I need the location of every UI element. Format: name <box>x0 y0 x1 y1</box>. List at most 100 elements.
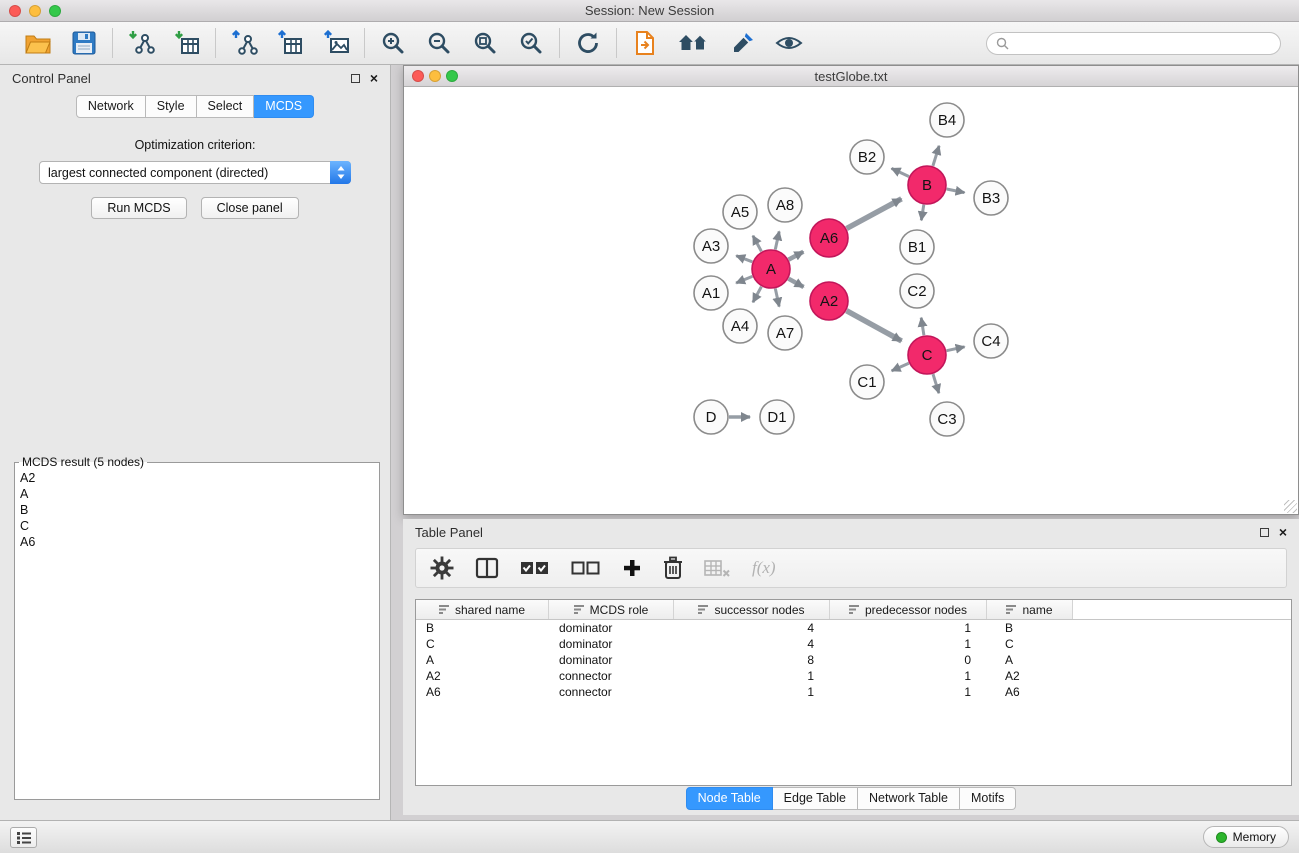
node-D[interactable]: D <box>694 400 728 434</box>
edge-A-A7[interactable] <box>775 289 779 307</box>
show-hide-eye-icon[interactable] <box>774 28 804 58</box>
search-box[interactable] <box>986 32 1281 55</box>
edge-A2-C[interactable] <box>847 311 902 341</box>
tab-node-table[interactable]: Node Table <box>686 787 773 810</box>
table-row[interactable]: A6connector11A6 <box>416 684 1291 700</box>
delete-column-trash-icon[interactable] <box>663 556 683 580</box>
tab-network[interactable]: Network <box>76 95 146 118</box>
node-A1[interactable]: A1 <box>694 276 728 310</box>
open-folder-icon[interactable] <box>23 28 53 58</box>
result-item[interactable]: A6 <box>20 534 374 550</box>
network-window-titlebar[interactable]: testGlobe.txt <box>404 66 1298 87</box>
close-window-button[interactable] <box>9 5 21 17</box>
memory-button[interactable]: Memory <box>1203 826 1289 848</box>
node-A6[interactable]: A6 <box>810 219 848 257</box>
edge-C-C3[interactable] <box>933 374 939 393</box>
result-item[interactable]: B <box>20 502 374 518</box>
table-row[interactable]: Adominator80A <box>416 652 1291 668</box>
minimize-window-button[interactable] <box>29 5 41 17</box>
tab-edge-table[interactable]: Edge Table <box>773 787 858 810</box>
close-table-panel-icon[interactable]: × <box>1279 526 1287 538</box>
node-B2[interactable]: B2 <box>850 140 884 174</box>
style-apply-icon[interactable] <box>728 28 758 58</box>
optimization-dropdown[interactable]: largest connected component (directed) <box>39 161 351 184</box>
edge-A-A3[interactable] <box>736 256 752 262</box>
table-row[interactable]: Bdominator41B <box>416 620 1291 636</box>
select-all-icon[interactable] <box>520 558 550 578</box>
edge-B-B2[interactable] <box>892 168 909 176</box>
network-canvas[interactable]: B4B2BB3A8A5A6A3B1AC2A1A2A4A7C4CC1DD1C3 <box>404 87 1298 514</box>
edge-A6-B[interactable] <box>847 199 902 229</box>
node-B1[interactable]: B1 <box>900 230 934 264</box>
node-A4[interactable]: A4 <box>723 309 757 343</box>
edge-B-B3[interactable] <box>947 189 965 193</box>
column-header-successor-nodes[interactable]: successor nodes <box>674 600 830 619</box>
node-B4[interactable]: B4 <box>930 103 964 137</box>
edge-A-A1[interactable] <box>736 276 752 283</box>
network-minimize-button[interactable] <box>429 70 441 82</box>
node-C4[interactable]: C4 <box>974 324 1008 358</box>
import-network-icon[interactable] <box>126 28 156 58</box>
node-D1[interactable]: D1 <box>760 400 794 434</box>
edge-C-C1[interactable] <box>892 363 909 371</box>
window-titlebar[interactable]: Session: New Session <box>0 0 1299 22</box>
node-C1[interactable]: C1 <box>850 365 884 399</box>
node-A7[interactable]: A7 <box>768 316 802 350</box>
node-B3[interactable]: B3 <box>974 181 1008 215</box>
edge-B-B1[interactable] <box>921 205 924 221</box>
refresh-icon[interactable] <box>573 28 603 58</box>
zoom-in-icon[interactable] <box>378 28 408 58</box>
result-item[interactable]: A2 <box>20 470 374 486</box>
edge-A-A5[interactable] <box>753 236 762 252</box>
zoom-fit-icon[interactable] <box>470 28 500 58</box>
home-icon[interactable] <box>676 28 712 58</box>
node-A3[interactable]: A3 <box>694 229 728 263</box>
tab-motifs[interactable]: Motifs <box>960 787 1016 810</box>
show-columns-icon[interactable] <box>475 557 499 579</box>
add-column-icon[interactable] <box>622 558 642 578</box>
table-row[interactable]: Cdominator41C <box>416 636 1291 652</box>
edge-C-C4[interactable] <box>947 347 965 351</box>
search-input[interactable] <box>1014 36 1271 50</box>
import-table-icon[interactable] <box>172 28 202 58</box>
tab-style[interactable]: Style <box>146 95 197 118</box>
tab-mcds[interactable]: MCDS <box>254 95 314 118</box>
column-header-predecessor-nodes[interactable]: predecessor nodes <box>830 600 987 619</box>
node-C[interactable]: C <box>908 336 946 374</box>
close-panel-button[interactable]: Close panel <box>201 197 299 219</box>
panels-menu-button[interactable] <box>10 827 37 848</box>
float-panel-icon[interactable] <box>351 74 360 83</box>
export-image-icon[interactable] <box>321 28 351 58</box>
edge-C-C2[interactable] <box>921 318 924 336</box>
edge-A-A4[interactable] <box>753 287 762 303</box>
export-table-icon[interactable] <box>275 28 305 58</box>
table-row[interactable]: A2connector11A2 <box>416 668 1291 684</box>
export-network-icon[interactable] <box>229 28 259 58</box>
result-item[interactable]: A <box>20 486 374 502</box>
network-maximize-button[interactable] <box>446 70 458 82</box>
resize-grip[interactable] <box>1284 500 1297 513</box>
node-A5[interactable]: A5 <box>723 195 757 229</box>
zoom-out-icon[interactable] <box>424 28 454 58</box>
save-icon[interactable] <box>69 28 99 58</box>
run-mcds-button[interactable]: Run MCDS <box>91 197 186 219</box>
deselect-all-icon[interactable] <box>571 558 601 578</box>
node-C2[interactable]: C2 <box>900 274 934 308</box>
column-header-shared-name[interactable]: shared name <box>416 600 549 619</box>
dropdown-stepper-icon[interactable] <box>330 161 351 184</box>
edge-A-A2[interactable] <box>789 279 804 287</box>
maximize-window-button[interactable] <box>49 5 61 17</box>
tab-select[interactable]: Select <box>197 95 255 118</box>
table-settings-gear-icon[interactable] <box>430 556 454 580</box>
close-panel-icon[interactable]: × <box>370 72 378 84</box>
node-B[interactable]: B <box>908 166 946 204</box>
tab-network-table[interactable]: Network Table <box>858 787 960 810</box>
edge-A-A6[interactable] <box>789 252 804 260</box>
edge-A-A8[interactable] <box>775 231 779 249</box>
node-A[interactable]: A <box>752 250 790 288</box>
node-A8[interactable]: A8 <box>768 188 802 222</box>
column-header-MCDS-role[interactable]: MCDS role <box>549 600 674 619</box>
network-document-icon[interactable] <box>630 28 660 58</box>
zoom-selected-icon[interactable] <box>516 28 546 58</box>
column-header-name[interactable]: name <box>987 600 1073 619</box>
